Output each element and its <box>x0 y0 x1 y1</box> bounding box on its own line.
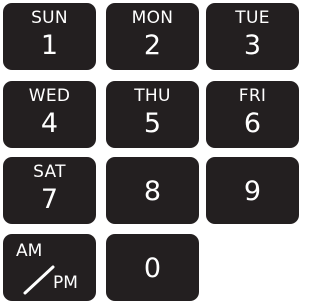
key-0[interactable]: 0 <box>106 234 199 301</box>
key-day-label: MON <box>131 8 174 28</box>
key-day-label: SUN <box>31 8 68 28</box>
key-number: 2 <box>143 30 162 61</box>
key-day-label: THU <box>134 86 171 106</box>
key-sat-7[interactable]: SAT 7 <box>3 157 96 224</box>
key-8[interactable]: 8 <box>106 157 199 224</box>
key-day-label: FRI <box>238 86 267 106</box>
key-thu-5[interactable]: THU 5 <box>106 81 199 148</box>
key-number: 4 <box>40 108 59 139</box>
key-number: 3 <box>243 30 262 61</box>
key-sun-1[interactable]: SUN 1 <box>3 3 96 70</box>
key-am-pm[interactable]: AM PM <box>3 234 96 301</box>
key-number: 9 <box>243 176 262 207</box>
key-day-label: TUE <box>235 8 270 28</box>
key-mon-2[interactable]: MON 2 <box>106 3 199 70</box>
key-day-label: SAT <box>33 162 66 182</box>
key-tue-3[interactable]: TUE 3 <box>206 3 299 70</box>
keypad: SUN 1 MON 2 TUE 3 WED 4 THU 5 FRI 6 SAT … <box>0 0 299 308</box>
pm-label: PM <box>53 273 78 293</box>
key-number: 1 <box>40 30 59 61</box>
key-9[interactable]: 9 <box>206 157 299 224</box>
key-day-label: WED <box>28 86 71 106</box>
key-number: 5 <box>143 108 162 139</box>
key-number: 0 <box>143 253 162 284</box>
key-number: 8 <box>143 176 162 207</box>
am-label: AM <box>16 241 43 261</box>
key-number: 6 <box>243 108 262 139</box>
key-fri-6[interactable]: FRI 6 <box>206 81 299 148</box>
key-wed-4[interactable]: WED 4 <box>3 81 96 148</box>
key-number: 7 <box>40 184 59 215</box>
